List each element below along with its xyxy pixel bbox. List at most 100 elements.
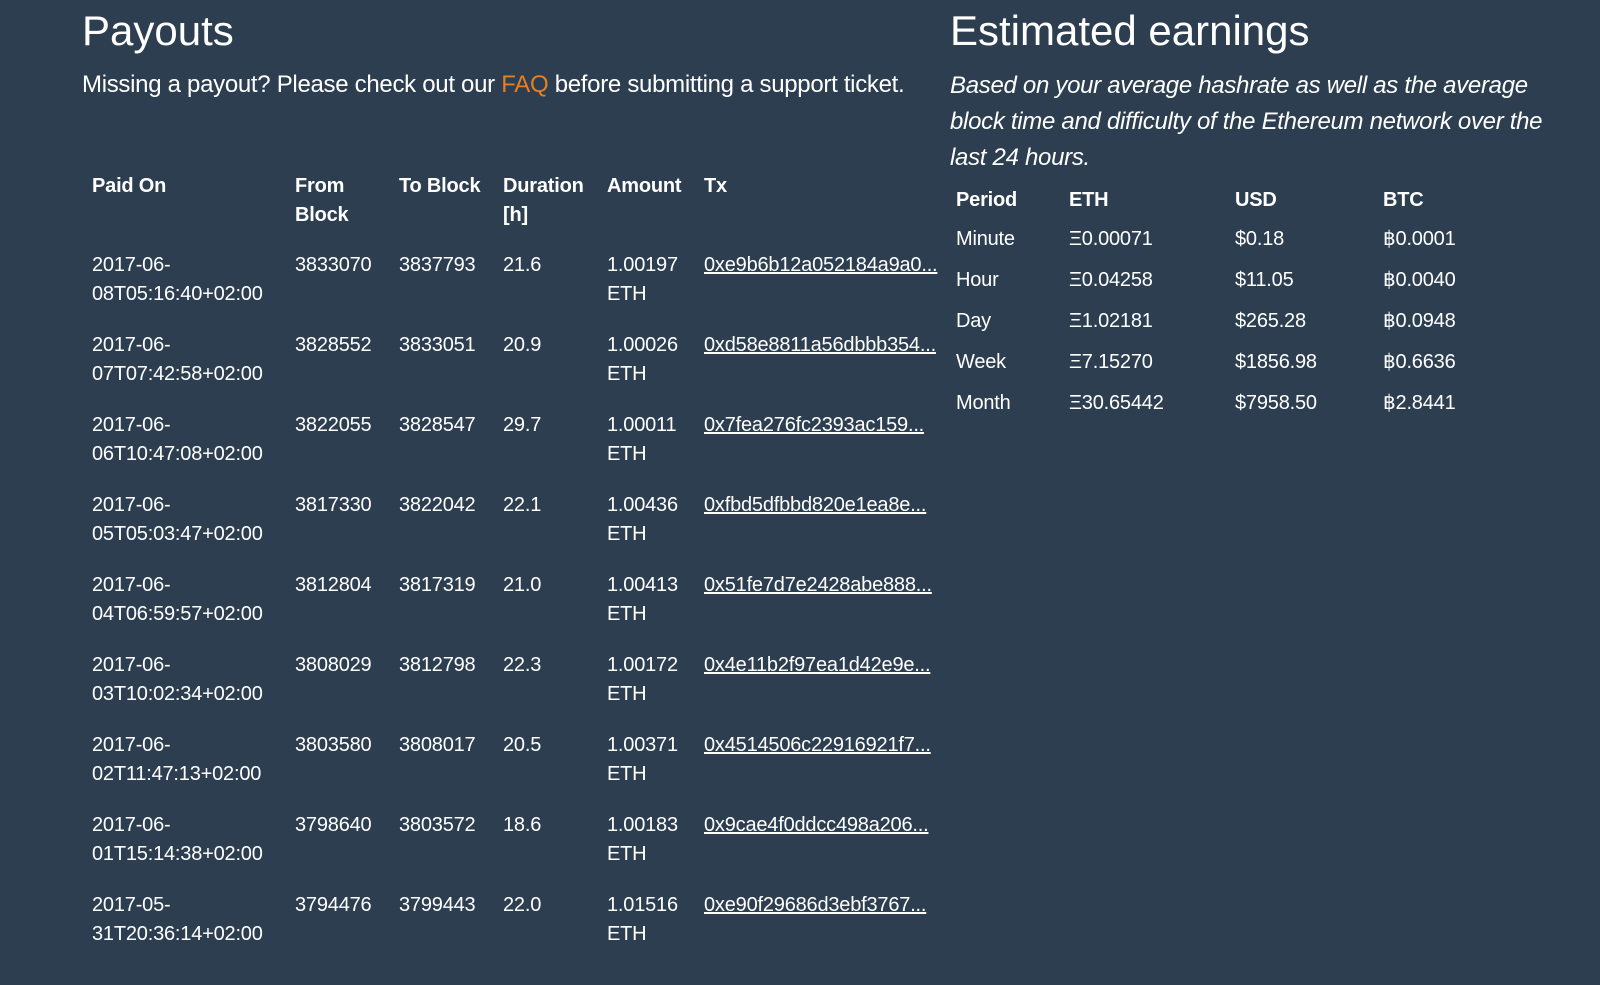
duration-cell: 21.0 (503, 574, 542, 596)
tx-link[interactable]: 0xd58e8811a56dbbb354... (704, 334, 936, 356)
tx-link[interactable]: 0xe90f29686d3ebf3767... (704, 894, 926, 916)
to-block-cell: 3817319 (399, 574, 476, 596)
table-row: 2017-06-04T06:59:57+02:00 3812804 381731… (82, 571, 962, 651)
tx-link[interactable]: 0x51fe7d7e2428abe888... (704, 574, 932, 596)
estimated-earnings-title: Estimated earnings (950, 7, 1310, 54)
col-eth: ETH (1069, 189, 1109, 211)
amount-cell: 1.00413 ETH (607, 574, 678, 625)
amount-cell: 1.00011 ETH (607, 414, 677, 465)
from-block-cell: 3817330 (295, 494, 372, 516)
period-cell: Month (956, 392, 1011, 414)
payouts-title: Payouts (82, 7, 234, 54)
payouts-table: Paid On From Block To Block Duration [h]… (82, 171, 962, 971)
amount-cell: 1.00197 ETH (607, 254, 678, 305)
table-row: 2017-06-05T05:03:47+02:00 3817330 382204… (82, 491, 962, 571)
payouts-header-row: Paid On From Block To Block Duration [h]… (82, 171, 962, 251)
period-cell: Minute (956, 228, 1015, 250)
tx-cell: 0xfbd5dfbbd820e1ea8e... (694, 491, 962, 571)
from-block-cell: 3803580 (295, 734, 372, 756)
payouts-intro-before: Missing a payout? Please check out our (82, 71, 502, 98)
table-row: 2017-06-01T15:14:38+02:00 3798640 380357… (82, 811, 962, 891)
col-amount: Amount (607, 175, 682, 197)
col-duration: Duration [h] (503, 175, 584, 226)
from-block-cell: 3828552 (295, 334, 372, 356)
duration-cell: 20.9 (503, 334, 542, 356)
btc-cell: ฿0.0001 (1383, 228, 1456, 250)
estimated-earnings-note: Based on your average hashrate as well a… (950, 72, 1543, 171)
tx-link[interactable]: 0x4e11b2f97ea1d42e9e... (704, 654, 931, 676)
duration-cell: 22.0 (503, 894, 542, 916)
duration-cell: 18.6 (503, 814, 542, 836)
from-block-cell: 3812804 (295, 574, 372, 596)
page: Payouts Missing a payout? Please check o… (0, 0, 1600, 985)
payouts-intro: Missing a payout? Please check out our F… (82, 67, 942, 103)
usd-cell: $7958.50 (1235, 392, 1317, 414)
tx-link[interactable]: 0x9cae4f0ddcc498a206... (704, 814, 929, 836)
amount-cell: 1.00172 ETH (607, 654, 678, 705)
col-usd: USD (1235, 189, 1277, 211)
btc-cell: ฿0.0040 (1383, 269, 1456, 291)
to-block-cell: 3808017 (399, 734, 476, 756)
paid-on-cell: 2017-06-01T15:14:38+02:00 (92, 814, 263, 865)
to-block-cell: 3803572 (399, 814, 476, 836)
earnings-body: Minute Ξ0.00071 $0.18 ฿0.0001 Hour Ξ0.04… (950, 219, 1490, 424)
amount-cell: 1.01516 ETH (607, 894, 678, 945)
btc-cell: ฿0.0948 (1383, 310, 1456, 332)
table-row: Day Ξ1.02181 $265.28 ฿0.0948 (950, 301, 1490, 342)
tx-cell: 0xd58e8811a56dbbb354... (694, 331, 962, 411)
table-row: Month Ξ30.65442 $7958.50 ฿2.8441 (950, 383, 1490, 424)
table-row: 2017-06-06T10:47:08+02:00 3822055 382854… (82, 411, 962, 491)
paid-on-cell: 2017-06-08T05:16:40+02:00 (92, 254, 263, 305)
amount-cell: 1.00371 ETH (607, 734, 678, 785)
period-cell: Week (956, 351, 1006, 373)
usd-cell: $1856.98 (1235, 351, 1317, 373)
eth-cell: Ξ0.04258 (1069, 269, 1153, 291)
eth-cell: Ξ7.15270 (1069, 351, 1153, 373)
earnings-header-row: Period ETH USD BTC (950, 178, 1490, 219)
paid-on-cell: 2017-06-02T11:47:13+02:00 (92, 734, 262, 785)
from-block-cell: 3798640 (295, 814, 372, 836)
eth-cell: Ξ1.02181 (1069, 310, 1153, 332)
table-row: 2017-06-08T05:16:40+02:00 3833070 383779… (82, 251, 962, 331)
tx-link[interactable]: 0xfbd5dfbbd820e1ea8e... (704, 494, 926, 516)
to-block-cell: 3833051 (399, 334, 476, 356)
table-row: 2017-06-02T11:47:13+02:00 3803580 380801… (82, 731, 962, 811)
to-block-cell: 3828547 (399, 414, 476, 436)
table-row: 2017-06-07T07:42:58+02:00 3828552 383305… (82, 331, 962, 411)
tx-link[interactable]: 0x7fea276fc2393ac159... (704, 414, 924, 436)
col-tx: Tx (704, 175, 727, 197)
usd-cell: $0.18 (1235, 228, 1285, 250)
table-row: Hour Ξ0.04258 $11.05 ฿0.0040 (950, 260, 1490, 301)
to-block-cell: 3812798 (399, 654, 476, 676)
tx-cell: 0x4e11b2f97ea1d42e9e... (694, 651, 962, 731)
col-paid-on: Paid On (92, 175, 167, 197)
to-block-cell: 3799443 (399, 894, 476, 916)
tx-cell: 0x51fe7d7e2428abe888... (694, 571, 962, 651)
from-block-cell: 3822055 (295, 414, 372, 436)
estimated-earnings-section: Estimated earnings Based on your average… (950, 0, 1570, 414)
period-cell: Hour (956, 269, 999, 291)
tx-link[interactable]: 0x4514506c22916921f7... (704, 734, 931, 756)
amount-cell: 1.00183 ETH (607, 814, 678, 865)
to-block-cell: 3822042 (399, 494, 476, 516)
faq-link[interactable]: FAQ (501, 71, 548, 98)
tx-cell: 0xe9b6b12a052184a9a0... (694, 251, 962, 331)
to-block-cell: 3837793 (399, 254, 476, 276)
paid-on-cell: 2017-06-04T06:59:57+02:00 (92, 574, 263, 625)
duration-cell: 22.1 (503, 494, 542, 516)
paid-on-cell: 2017-05-31T20:36:14+02:00 (92, 894, 263, 945)
from-block-cell: 3794476 (295, 894, 372, 916)
duration-cell: 21.6 (503, 254, 542, 276)
tx-link[interactable]: 0xe9b6b12a052184a9a0... (704, 254, 938, 276)
amount-cell: 1.00026 ETH (607, 334, 678, 385)
col-period: Period (956, 189, 1018, 211)
col-btc: BTC (1383, 189, 1424, 211)
paid-on-cell: 2017-06-06T10:47:08+02:00 (92, 414, 263, 465)
payouts-body: 2017-06-08T05:16:40+02:00 3833070 383779… (82, 251, 962, 971)
from-block-cell: 3833070 (295, 254, 372, 276)
duration-cell: 29.7 (503, 414, 542, 436)
col-to-block: To Block (399, 175, 481, 197)
tx-cell: 0x4514506c22916921f7... (694, 731, 962, 811)
eth-cell: Ξ0.00071 (1069, 228, 1153, 250)
payouts-intro-after: before submitting a support ticket. (548, 71, 905, 98)
